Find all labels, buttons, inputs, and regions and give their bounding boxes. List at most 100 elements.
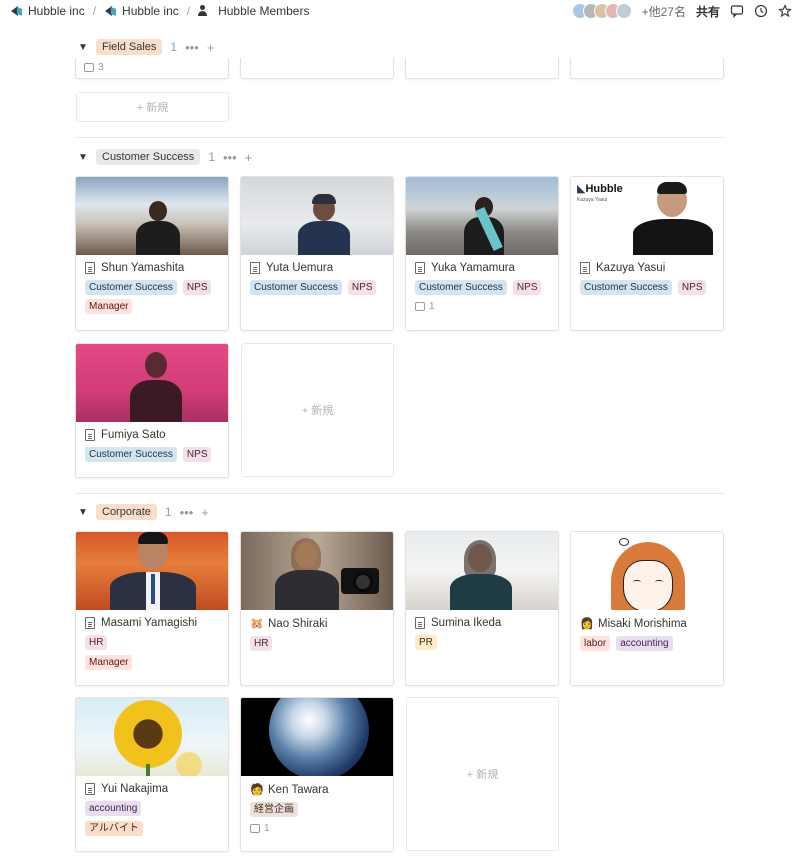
page-icon bbox=[250, 262, 260, 274]
card-partial[interactable]: 3 bbox=[75, 58, 229, 79]
card-title: Shun Yamashita bbox=[101, 262, 185, 274]
group-add-icon[interactable]: + bbox=[207, 40, 215, 55]
group-label-field-sales: Field Sales bbox=[96, 39, 163, 55]
page-icon bbox=[415, 617, 425, 629]
group-more-icon[interactable]: ••• bbox=[185, 40, 199, 55]
breadcrumb-item-current[interactable]: Hubble Members bbox=[218, 4, 309, 18]
group-label-corporate: Corporate bbox=[96, 504, 157, 520]
page-icon bbox=[580, 262, 590, 274]
tag: NPS bbox=[182, 280, 212, 295]
tag: Customer Success bbox=[85, 447, 177, 462]
comment-count: 1 bbox=[250, 823, 384, 834]
member-card[interactable]: Sumina Ikeda PR bbox=[405, 531, 559, 686]
hubble-logo-icon bbox=[10, 4, 24, 18]
comment-count: 3 bbox=[84, 62, 228, 73]
more-members-count[interactable]: +他27名 bbox=[642, 3, 686, 20]
group-count: 1 bbox=[208, 150, 215, 164]
group-add-icon[interactable]: + bbox=[201, 505, 209, 520]
card-cover-image bbox=[406, 532, 558, 610]
breadcrumb-item-page[interactable]: Hubble inc bbox=[122, 4, 179, 18]
card-title: Yuta Uemura bbox=[266, 262, 334, 274]
member-avatars[interactable] bbox=[571, 3, 632, 19]
member-card[interactable]: 🧑 Ken Tawara 経営企画 1 bbox=[240, 697, 394, 852]
cover-brand-subtext: Kazuya Yasui bbox=[577, 197, 608, 203]
group-header-customer-success: ▼ Customer Success 1 ••• + bbox=[78, 147, 252, 167]
star-icon[interactable] bbox=[778, 4, 792, 18]
page-icon bbox=[415, 262, 425, 274]
comment-icon bbox=[415, 302, 425, 311]
group-more-icon[interactable]: ••• bbox=[223, 150, 237, 165]
group-divider bbox=[75, 493, 725, 494]
card-cover-image bbox=[241, 177, 393, 255]
avatar bbox=[615, 3, 632, 19]
comment-icon bbox=[84, 63, 94, 72]
member-card[interactable]: 👩 Misaki Morishima labor accounting bbox=[570, 531, 724, 686]
tag: Customer Success bbox=[250, 280, 342, 295]
tag: NPS bbox=[182, 447, 212, 462]
clock-icon[interactable] bbox=[754, 4, 768, 18]
comment-count-value: 1 bbox=[264, 823, 270, 834]
card-cover-image bbox=[406, 177, 558, 255]
member-card[interactable]: Yuta Uemura Customer Success NPS bbox=[240, 176, 394, 331]
card-title: Masami Yamagishi bbox=[101, 617, 198, 629]
member-card[interactable]: Shun Yamashita Customer Success NPS Mana… bbox=[75, 176, 229, 331]
tag: Customer Success bbox=[415, 280, 507, 295]
card-title: Ken Tawara bbox=[268, 783, 329, 796]
group-divider bbox=[75, 137, 725, 138]
group-more-icon[interactable]: ••• bbox=[180, 505, 194, 520]
topbar-actions: +他27名 共有 bbox=[571, 0, 792, 22]
card-title: Fumiya Sato bbox=[101, 429, 166, 441]
tag: accounting bbox=[616, 636, 673, 651]
tag: NPS bbox=[512, 280, 542, 295]
breadcrumb-separator: / bbox=[92, 4, 97, 18]
new-card-button[interactable]: + 新規 bbox=[76, 92, 229, 122]
tag: accounting bbox=[85, 801, 142, 816]
tag: Manager bbox=[85, 655, 133, 670]
card-cover-image bbox=[76, 177, 228, 255]
group-toggle-icon[interactable]: ▼ bbox=[78, 42, 88, 53]
tag: NPS bbox=[347, 280, 377, 295]
member-card[interactable]: Yuka Yamamura Customer Success NPS 1 bbox=[405, 176, 559, 331]
group-count: 1 bbox=[164, 505, 172, 519]
group-toggle-icon[interactable]: ▼ bbox=[78, 152, 88, 163]
card-cover-image bbox=[571, 532, 723, 610]
tag: HR bbox=[85, 635, 108, 650]
card-partial[interactable] bbox=[240, 58, 394, 79]
person-avatar-icon: 🧑 bbox=[250, 784, 264, 796]
member-card[interactable]: Fumiya Sato Customer Success NPS bbox=[75, 343, 229, 478]
new-card-button[interactable]: + 新規 bbox=[241, 343, 394, 477]
top-bar: Hubble inc / Hubble inc / Hubble Members… bbox=[0, 0, 800, 22]
tag: NPS bbox=[677, 280, 707, 295]
card-cover-image bbox=[76, 532, 228, 610]
group-toggle-icon[interactable]: ▼ bbox=[78, 507, 88, 518]
share-button[interactable]: 共有 bbox=[696, 3, 720, 20]
comment-count: 1 bbox=[415, 301, 549, 312]
card-title: Kazuya Yasui bbox=[596, 262, 666, 274]
card-cover-image bbox=[241, 532, 393, 610]
member-card[interactable]: Yui Nakajima accounting アルバイト bbox=[75, 697, 229, 852]
member-card[interactable]: ◣Hubble Kazuya Yasui Kazuya Yasui Custom… bbox=[570, 176, 724, 331]
group-add-icon[interactable]: + bbox=[245, 150, 253, 165]
comment-icon[interactable] bbox=[730, 4, 744, 18]
tag: PR bbox=[415, 635, 437, 650]
member-card[interactable]: Masami Yamagishi HR Manager bbox=[75, 531, 229, 686]
page-icon bbox=[85, 783, 95, 795]
new-card-button[interactable]: + 新規 bbox=[406, 697, 559, 851]
card-cover-image: ◣Hubble Kazuya Yasui bbox=[571, 177, 723, 255]
tag: labor bbox=[580, 636, 611, 651]
card-partial[interactable] bbox=[405, 58, 559, 79]
member-card[interactable]: 🐹 Nao Shiraki HR bbox=[240, 531, 394, 686]
cover-brand-text: ◣Hubble bbox=[577, 183, 623, 195]
group-label-customer-success: Customer Success bbox=[96, 149, 201, 165]
woman-icon: 👩 bbox=[580, 618, 594, 630]
card-title: Yuka Yamamura bbox=[431, 262, 515, 274]
group-header-corporate: ▼ Corporate 1 ••• + bbox=[78, 502, 209, 522]
card-title: Sumina Ikeda bbox=[431, 617, 502, 629]
tag: 経営企画 bbox=[250, 802, 298, 817]
card-partial[interactable] bbox=[570, 58, 724, 79]
members-icon bbox=[198, 5, 214, 17]
card-title: Nao Shiraki bbox=[268, 617, 328, 630]
hamster-icon: 🐹 bbox=[250, 618, 264, 630]
group-count: 1 bbox=[170, 40, 178, 54]
breadcrumb-item-workspace[interactable]: Hubble inc bbox=[28, 4, 85, 18]
